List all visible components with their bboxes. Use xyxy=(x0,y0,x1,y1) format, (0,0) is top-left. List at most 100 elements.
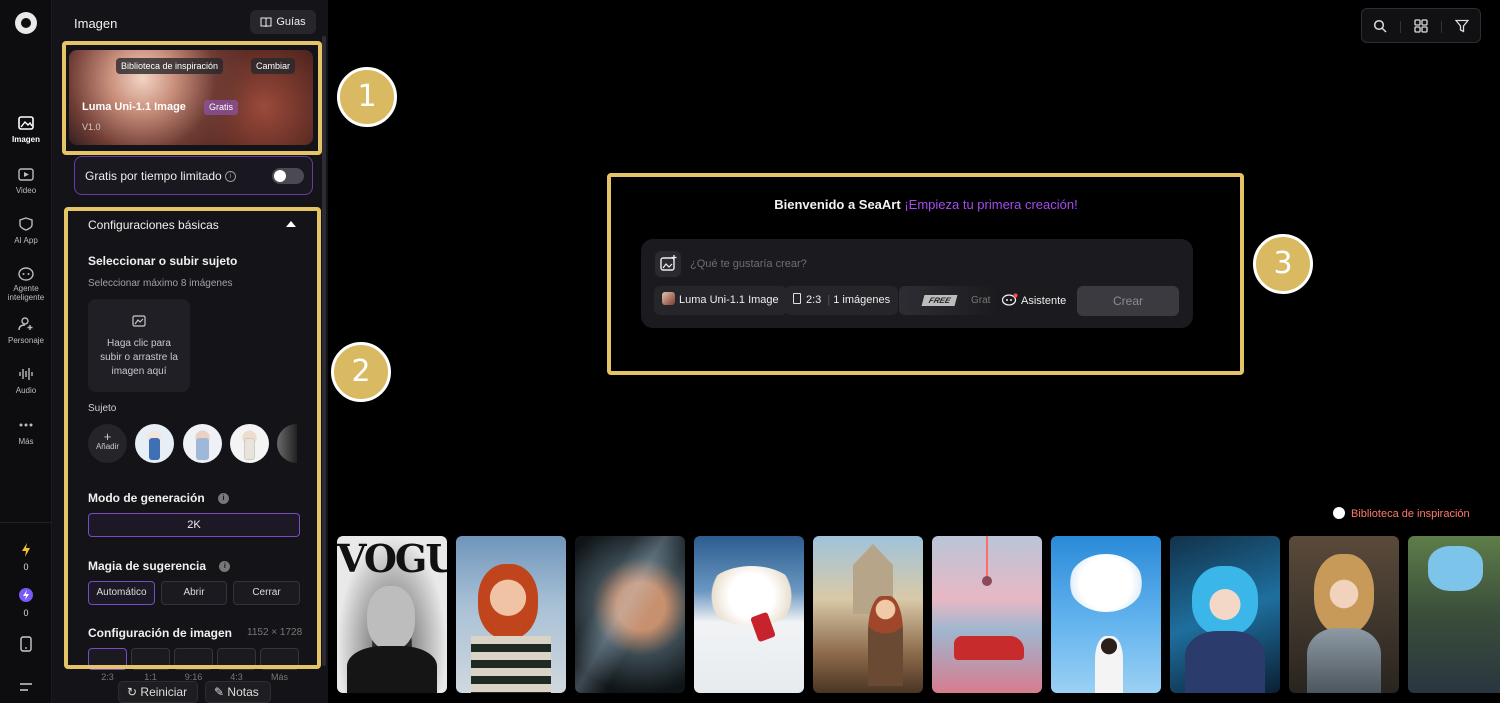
chip-label: Biblioteca de inspiración xyxy=(121,61,219,71)
prompt-magic-text: Magia de sugerencia xyxy=(88,559,207,573)
warrior-head xyxy=(1314,554,1374,634)
generation-mode-2k[interactable]: 2K xyxy=(88,513,300,537)
image-config-size: 1152 × 1728 xyxy=(247,627,303,638)
ratio-option[interactable] xyxy=(88,648,127,670)
rail-item-audio[interactable]: Audio xyxy=(0,367,52,395)
rail-item-video[interactable]: Video xyxy=(0,167,52,195)
toolbar-divider xyxy=(1400,21,1401,33)
subject-thumb[interactable] xyxy=(135,424,174,463)
mobile-icon[interactable] xyxy=(20,636,32,652)
image-reference-button[interactable] xyxy=(655,251,681,277)
anime-head xyxy=(1192,566,1258,636)
subject-section-title: Seleccionar o subir sujeto xyxy=(88,254,238,268)
free-limited-row: Gratis por tiempo limitado i xyxy=(74,156,313,195)
subject-thumb[interactable] xyxy=(230,424,269,463)
guides-button[interactable]: Guías xyxy=(250,10,316,34)
model-version[interactable]: V1.0 xyxy=(82,122,101,132)
free-tag: FREE xyxy=(921,295,958,306)
lightning-icon[interactable] xyxy=(21,543,31,557)
free-limited-toggle[interactable] xyxy=(272,168,304,184)
subject-section-subtitle: Seleccionar máximo 8 imágenes xyxy=(88,278,233,289)
rail-item-personaje[interactable]: Personaje xyxy=(0,317,52,345)
rail-label: Imagen xyxy=(11,135,40,144)
info-icon[interactable]: i xyxy=(219,561,231,573)
portrait-face xyxy=(367,586,415,650)
notes-icon: ✎ xyxy=(214,685,225,699)
icon-rail: Imagen Video AI App Agente inteligente P… xyxy=(0,0,52,703)
assistant-toggle[interactable]: Asistente xyxy=(1001,293,1066,307)
free-limited-text: Gratis por tiempo limitado xyxy=(85,169,222,183)
free-badge: Gratis xyxy=(204,100,239,115)
ratio-option[interactable] xyxy=(217,648,256,670)
grid-icon[interactable] xyxy=(1414,19,1428,33)
panel-scrollbar[interactable] xyxy=(322,36,326,666)
prompt-magic-close[interactable]: Cerrar xyxy=(233,581,300,605)
notes-label: Notas xyxy=(227,685,259,699)
rail-label: AI App xyxy=(14,236,38,245)
rail-label: Agente inteligente xyxy=(7,284,45,302)
reset-button[interactable]: ↻ Reiniciar xyxy=(118,681,198,703)
basic-settings-title[interactable]: Configuraciones básicas xyxy=(88,218,219,232)
seaart-logo-icon[interactable] xyxy=(15,12,37,34)
gallery-image[interactable] xyxy=(1051,536,1161,693)
step-badge-1: 1 xyxy=(337,67,397,127)
gallery-image[interactable] xyxy=(1289,536,1399,693)
inspiration-library-link[interactable]: Biblioteca de inspiración xyxy=(1333,507,1470,520)
search-icon[interactable] xyxy=(1373,19,1387,33)
gallery-image[interactable] xyxy=(1170,536,1280,693)
gallery-image[interactable] xyxy=(932,536,1042,693)
collapse-caret-icon[interactable] xyxy=(286,221,296,227)
rail-item-imagen[interactable]: Imagen xyxy=(0,116,52,144)
vogue-text: VOGUE xyxy=(337,536,447,581)
add-label: Añadir xyxy=(95,442,120,451)
model-card[interactable]: Biblioteca de inspiración Cambiar Luma U… xyxy=(69,50,313,145)
add-subject-button[interactable]: + Añadir xyxy=(88,424,127,463)
model-select-chip[interactable]: Luma Uni-1.1 Image xyxy=(654,286,787,315)
subject-thumb[interactable] xyxy=(183,424,222,463)
info-icon[interactable]: i xyxy=(224,171,236,183)
sky-hole xyxy=(1428,546,1483,591)
prompt-input[interactable]: ¿Qué te gustaría crear? xyxy=(690,258,807,270)
upload-dropzone[interactable]: Haga clic para subir o arrastre la image… xyxy=(88,299,190,392)
ratio-count-chip[interactable]: 2:3 | 1 imágenes xyxy=(785,286,899,315)
filter-icon[interactable] xyxy=(1455,19,1469,33)
info-icon[interactable]: i xyxy=(218,493,230,505)
guides-label: Guías xyxy=(276,16,306,28)
agent-icon xyxy=(18,267,34,281)
ratio-option[interactable] xyxy=(174,648,213,670)
change-model-chip[interactable]: Cambiar xyxy=(251,58,296,74)
gallery-image[interactable] xyxy=(575,536,685,693)
prompt-card: ¿Qué te gustaría crear? Luma Uni-1.1 Ima… xyxy=(641,239,1193,328)
ratio-option[interactable] xyxy=(131,648,170,670)
book-icon xyxy=(260,17,272,27)
free-limited-label: Gratis por tiempo limitado i xyxy=(85,169,236,183)
prompt-magic-auto[interactable]: Automático xyxy=(88,581,155,605)
notes-button[interactable]: ✎ Notas xyxy=(205,681,271,703)
free-chip-text: Grat xyxy=(971,295,991,306)
chip-label: Cambiar xyxy=(256,61,291,71)
step-badge-3: 3 xyxy=(1253,234,1313,294)
ratio-chip-label: 2:3 xyxy=(806,294,822,306)
character-icon xyxy=(18,317,33,331)
subject-thumb[interactable] xyxy=(277,424,297,463)
prompt-magic-open[interactable]: Abrir xyxy=(161,581,227,605)
anime-body xyxy=(1185,631,1265,693)
upload-text: Haga clic para subir o arrastre la image… xyxy=(100,338,178,377)
rail-item-agente[interactable]: Agente inteligente xyxy=(0,267,52,302)
create-button[interactable]: Crear xyxy=(1077,286,1179,316)
gallery-image[interactable] xyxy=(694,536,804,693)
free-chip[interactable]: FREE Grat xyxy=(899,286,997,315)
inspiration-library-chip[interactable]: Biblioteca de inspiración xyxy=(116,58,224,74)
welcome-heading: Bienvenido a SeaArt ¡Empieza tu primera … xyxy=(612,197,1240,212)
ratio-more[interactable] xyxy=(260,648,299,670)
menu-icon[interactable] xyxy=(19,682,33,692)
model-name: Luma Uni-1.1 Image xyxy=(82,101,186,113)
energy-icon[interactable] xyxy=(19,588,33,602)
gallery-image[interactable] xyxy=(813,536,923,693)
rail-item-ai-app[interactable]: AI App xyxy=(0,217,52,245)
gallery-image[interactable] xyxy=(456,536,566,693)
gallery-image[interactable] xyxy=(1408,536,1500,693)
gallery-image[interactable]: VOGUE xyxy=(337,536,447,693)
rail-item-mas[interactable]: Más xyxy=(0,418,52,446)
library-link-label: Biblioteca de inspiración xyxy=(1351,508,1470,520)
